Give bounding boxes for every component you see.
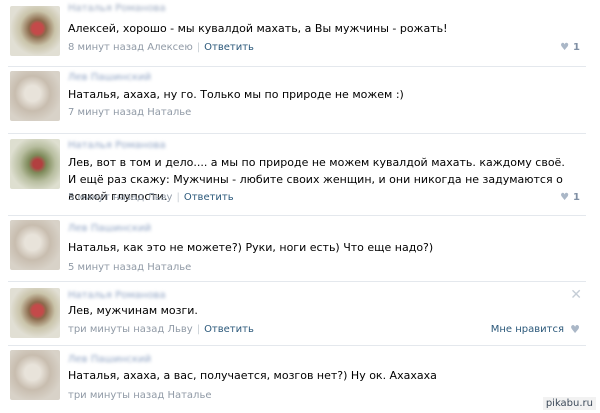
like-button[interactable]: Мне нравится	[491, 324, 564, 335]
divider	[8, 281, 586, 282]
comment-6: Лев Пашинский Наталья, ахаха, а вас, пол…	[0, 345, 600, 413]
comment-time[interactable]: три минуты назад Наталье	[68, 390, 212, 401]
comment-author[interactable]: Лев Пашинский	[68, 72, 151, 83]
close-icon[interactable]: ✕	[570, 287, 582, 303]
comment-time[interactable]: три минуты назад Льву	[68, 324, 193, 335]
comment-text: Алексей, хорошо - мы кувалдой махать, а …	[68, 22, 448, 35]
divider	[8, 215, 586, 216]
comment-author[interactable]: Наталья Романова	[68, 140, 166, 151]
comment-author[interactable]: Лев Пашинский	[68, 354, 151, 365]
avatar[interactable]	[10, 220, 60, 270]
reply-link[interactable]: Ответить	[184, 192, 234, 203]
comment-meta: 8 минут назад Алексею | Ответить	[68, 42, 254, 53]
like-counter[interactable]: ♥ 1	[560, 42, 580, 53]
avatar[interactable]	[10, 139, 60, 189]
reply-link[interactable]: Ответить	[204, 324, 254, 335]
comment-text: Лев, мужчинам мозги.	[68, 304, 198, 317]
heart-icon: ♥	[560, 42, 570, 53]
comment-meta: 5 минут назад Наталье	[68, 262, 191, 273]
like-count: 1	[573, 192, 580, 203]
avatar[interactable]	[10, 350, 60, 400]
heart-icon: ♥	[560, 192, 570, 203]
divider	[8, 66, 586, 67]
avatar[interactable]	[10, 6, 60, 56]
comment-meta: 7 минут назад Наталье	[68, 107, 191, 118]
comment-2: Лев Пашинский Наталья, ахаха, ну го. Тол…	[0, 66, 600, 133]
like-count: 1	[573, 42, 580, 53]
comment-author[interactable]: Лев Пашинский	[68, 223, 151, 234]
watermark: pikabu.ru	[542, 397, 596, 410]
comment-meta: 5 минут назад Льву | Ответить	[68, 192, 234, 203]
comment-author[interactable]: Наталья Романова	[68, 290, 166, 301]
comment-text: Наталья, как это не можете?) Руки, ноги …	[68, 241, 434, 254]
comment-meta: три минуты назад Льву | Ответить	[68, 324, 254, 335]
comment-text: Наталья, ахаха, ну го. Только мы по прир…	[68, 88, 404, 101]
like-counter[interactable]: ♥ 1	[560, 192, 580, 203]
avatar[interactable]	[10, 288, 60, 338]
comment-4: Лев Пашинский Наталья, как это не можете…	[0, 215, 600, 281]
comment-time[interactable]: 5 минут назад Льву	[68, 192, 172, 203]
comment-time[interactable]: 5 минут назад Наталье	[68, 262, 191, 273]
comment-3: Наталья Романова Лев, вот в том и дело..…	[0, 133, 600, 215]
comment-author[interactable]: Наталья Романова	[68, 3, 166, 14]
divider	[8, 345, 586, 346]
comment-time[interactable]: 8 минут назад Алексею	[68, 42, 193, 53]
reply-link[interactable]: Ответить	[204, 42, 254, 53]
heart-icon[interactable]: ♥	[570, 323, 580, 336]
comment-1: Наталья Романова Алексей, хорошо - мы ку…	[0, 0, 600, 66]
divider	[8, 133, 586, 134]
comment-time[interactable]: 7 минут назад Наталье	[68, 107, 191, 118]
comment-5: Наталья Романова Лев, мужчинам мозги. тр…	[0, 281, 600, 345]
avatar[interactable]	[10, 71, 60, 121]
comment-meta: три минуты назад Наталье	[68, 390, 212, 401]
comment-text: Наталья, ахаха, а вас, получается, мозго…	[68, 369, 437, 382]
